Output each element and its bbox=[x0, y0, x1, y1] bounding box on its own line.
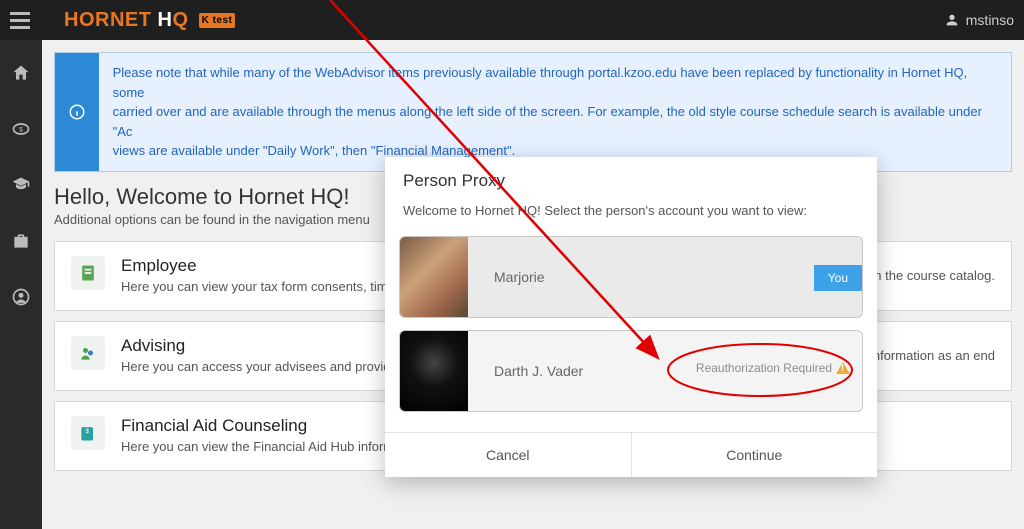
reauth-required-label: Reauthorization Required bbox=[696, 361, 850, 375]
logo-word-1: HORNET bbox=[64, 9, 151, 31]
modal-actions: Cancel Continue bbox=[385, 432, 877, 477]
employee-card-right: rch the course catalog. bbox=[863, 268, 995, 283]
hamburger-menu-icon[interactable] bbox=[10, 8, 34, 32]
home-icon[interactable] bbox=[10, 62, 32, 84]
modal-title: Person Proxy bbox=[385, 157, 877, 199]
info-line-2: carried over and are available through t… bbox=[113, 104, 982, 139]
avatar bbox=[400, 330, 468, 412]
info-banner: Please note that while many of the WebAd… bbox=[54, 52, 1012, 172]
info-line-3: views are available under "Daily Work", … bbox=[113, 143, 516, 158]
reauth-text: Reauthorization Required bbox=[696, 361, 832, 375]
modal-prompt: Welcome to Hornet HQ! Select the person'… bbox=[385, 199, 877, 230]
person-name: Marjorie bbox=[494, 269, 545, 285]
username: mstinso bbox=[966, 12, 1014, 28]
warning-icon bbox=[836, 362, 850, 374]
person-name: Darth J. Vader bbox=[494, 363, 583, 379]
employee-card-icon bbox=[71, 256, 105, 290]
ktest-badge: K test bbox=[199, 13, 236, 28]
app-logo: HORNET HQ K test bbox=[64, 9, 235, 32]
info-banner-text: Please note that while many of the WebAd… bbox=[99, 53, 1011, 171]
person-proxy-modal: Person Proxy Welcome to Hornet HQ! Selec… bbox=[385, 157, 877, 477]
advising-card-icon bbox=[71, 336, 105, 370]
svg-text:$: $ bbox=[19, 127, 23, 134]
info-icon bbox=[55, 53, 99, 171]
cancel-button[interactable]: Cancel bbox=[385, 433, 632, 477]
user-icon bbox=[944, 12, 960, 28]
person-row-proxy[interactable]: Darth J. Vader Reauthorization Required bbox=[399, 330, 863, 412]
continue-button[interactable]: Continue bbox=[632, 433, 878, 477]
graduation-icon[interactable] bbox=[10, 174, 32, 196]
money-icon[interactable]: $ bbox=[10, 118, 32, 140]
fac-card-icon: $ bbox=[71, 416, 105, 450]
briefcase-icon[interactable] bbox=[10, 230, 32, 252]
person-row-self[interactable]: Marjorie You bbox=[399, 236, 863, 318]
you-badge: You bbox=[814, 265, 862, 291]
avatar bbox=[400, 236, 468, 318]
user-menu[interactable]: mstinso bbox=[944, 12, 1014, 28]
svg-text:$: $ bbox=[85, 428, 89, 435]
logo-word-2: H bbox=[151, 9, 172, 31]
profile-icon[interactable] bbox=[10, 286, 32, 308]
info-line-1: Please note that while many of the WebAd… bbox=[113, 65, 968, 100]
app-header: HORNET HQ K test mstinso bbox=[0, 0, 1024, 40]
left-nav-rail: $ bbox=[0, 40, 42, 529]
logo-word-3: Q bbox=[172, 9, 188, 31]
